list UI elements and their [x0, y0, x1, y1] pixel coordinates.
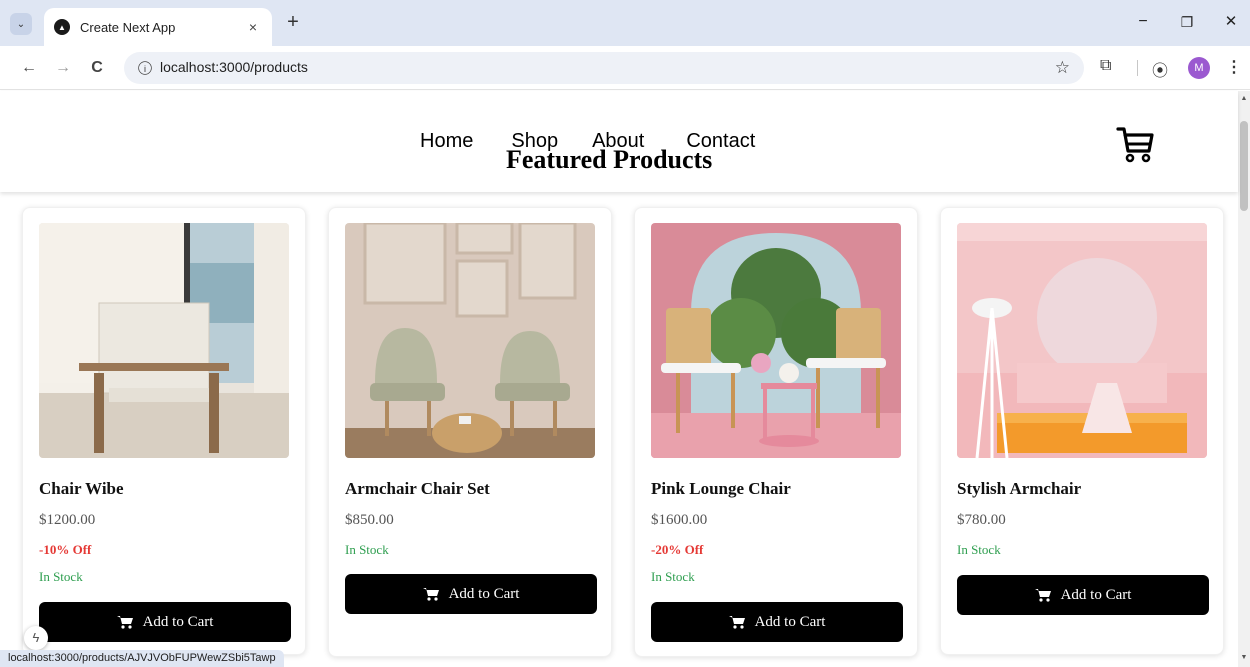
address-bar[interactable]: i localhost:3000/products ☆	[124, 52, 1084, 84]
product-name[interactable]: Chair Wibe	[39, 479, 124, 499]
reload-icon[interactable]: C	[84, 55, 110, 81]
product-stock: In Stock	[39, 569, 83, 584]
extensions-icon[interactable]: ⧉	[1100, 57, 1111, 75]
tab-search-dropdown-icon[interactable]: ⌄	[10, 13, 32, 35]
page-scrollbar[interactable]: ▲ ▼	[1238, 91, 1250, 667]
new-tab-icon[interactable]: +	[282, 12, 304, 34]
scroll-up-icon[interactable]: ▲	[1238, 95, 1250, 102]
cart-icon[interactable]	[1116, 124, 1156, 164]
nextjs-favicon-icon: ▲	[54, 19, 70, 35]
site-header: Home Shop About Contact Featured Product…	[0, 91, 1238, 192]
product-image[interactable]	[345, 223, 595, 458]
performance-icon[interactable]: ⦿	[1152, 57, 1168, 81]
product-card: Stylish Armchair $780.00 In Stock Add to…	[940, 207, 1224, 655]
product-image[interactable]	[651, 223, 901, 458]
products-grid: Chair Wibe $1200.00 -10% Off In Stock Ad…	[0, 192, 1238, 667]
add-to-cart-label: Add to Cart	[754, 613, 826, 630]
product-image[interactable]	[39, 223, 289, 458]
address-url[interactable]: localhost:3000/products	[160, 59, 308, 75]
product-image[interactable]	[957, 223, 1207, 458]
add-to-cart-button[interactable]: Add to Cart	[345, 574, 597, 614]
tab-title: Create Next App	[80, 19, 176, 35]
product-card: Pink Lounge Chair $1600.00 -20% Off In S…	[634, 207, 918, 657]
cart-icon	[728, 616, 745, 629]
tab-close-icon[interactable]: ×	[244, 19, 262, 35]
status-bar-url: localhost:3000/products/AJVJVObFUPWewZSb…	[0, 650, 284, 667]
add-to-cart-button[interactable]: Add to Cart	[957, 575, 1209, 615]
browser-tabstrip: ⌄ ▲ Create Next App × + − ❐ ✕	[0, 0, 1250, 46]
product-discount: -10% Off	[39, 542, 92, 557]
browser-tab[interactable]: ▲ Create Next App ×	[44, 8, 272, 46]
product-name[interactable]: Stylish Armchair	[957, 479, 1081, 499]
product-name[interactable]: Armchair Chair Set	[345, 479, 490, 499]
profile-avatar[interactable]: M	[1188, 57, 1210, 79]
nextjs-dev-indicator-icon[interactable]: ϟ	[24, 626, 48, 650]
site-info-icon[interactable]: i	[138, 61, 152, 75]
product-name[interactable]: Pink Lounge Chair	[651, 479, 791, 499]
add-to-cart-label: Add to Cart	[142, 613, 214, 630]
page-title: Featured Products	[506, 145, 713, 174]
product-card: Armchair Chair Set $850.00 In Stock Add …	[328, 207, 612, 657]
browser-menu-icon[interactable]: ⋮	[1226, 57, 1242, 77]
back-icon[interactable]: ←	[16, 55, 42, 81]
product-stock: In Stock	[651, 569, 695, 584]
add-to-cart-label: Add to Cart	[448, 585, 520, 602]
minimize-icon[interactable]: −	[1128, 10, 1158, 34]
cart-icon	[422, 588, 439, 601]
product-stock: In Stock	[957, 542, 1001, 557]
product-stock: In Stock	[345, 542, 389, 557]
bookmark-star-icon[interactable]: ☆	[1055, 58, 1070, 78]
toolbar-divider	[1137, 60, 1138, 76]
product-card: Chair Wibe $1200.00 -10% Off In Stock Ad…	[22, 207, 306, 655]
cart-icon	[116, 616, 133, 629]
close-window-icon[interactable]: ✕	[1216, 10, 1246, 34]
add-to-cart-button[interactable]: Add to Cart	[39, 602, 291, 642]
scroll-down-icon[interactable]: ▼	[1238, 654, 1250, 661]
add-to-cart-label: Add to Cart	[1060, 586, 1132, 603]
scroll-thumb[interactable]	[1240, 121, 1248, 211]
cart-icon	[1034, 589, 1051, 602]
product-price: $1600.00	[651, 512, 708, 528]
product-discount: -20% Off	[651, 542, 704, 557]
product-price: $850.00	[345, 512, 394, 528]
forward-icon[interactable]: →	[50, 55, 76, 81]
product-price: $1200.00	[39, 512, 96, 528]
add-to-cart-button[interactable]: Add to Cart	[651, 602, 903, 642]
product-price: $780.00	[957, 512, 1006, 528]
browser-toolbar: ← → C i localhost:3000/products ☆ ⧉ ⦿ M …	[0, 46, 1250, 90]
restore-icon[interactable]: ❐	[1172, 10, 1202, 34]
nav-home-link[interactable]: Home	[420, 130, 473, 153]
